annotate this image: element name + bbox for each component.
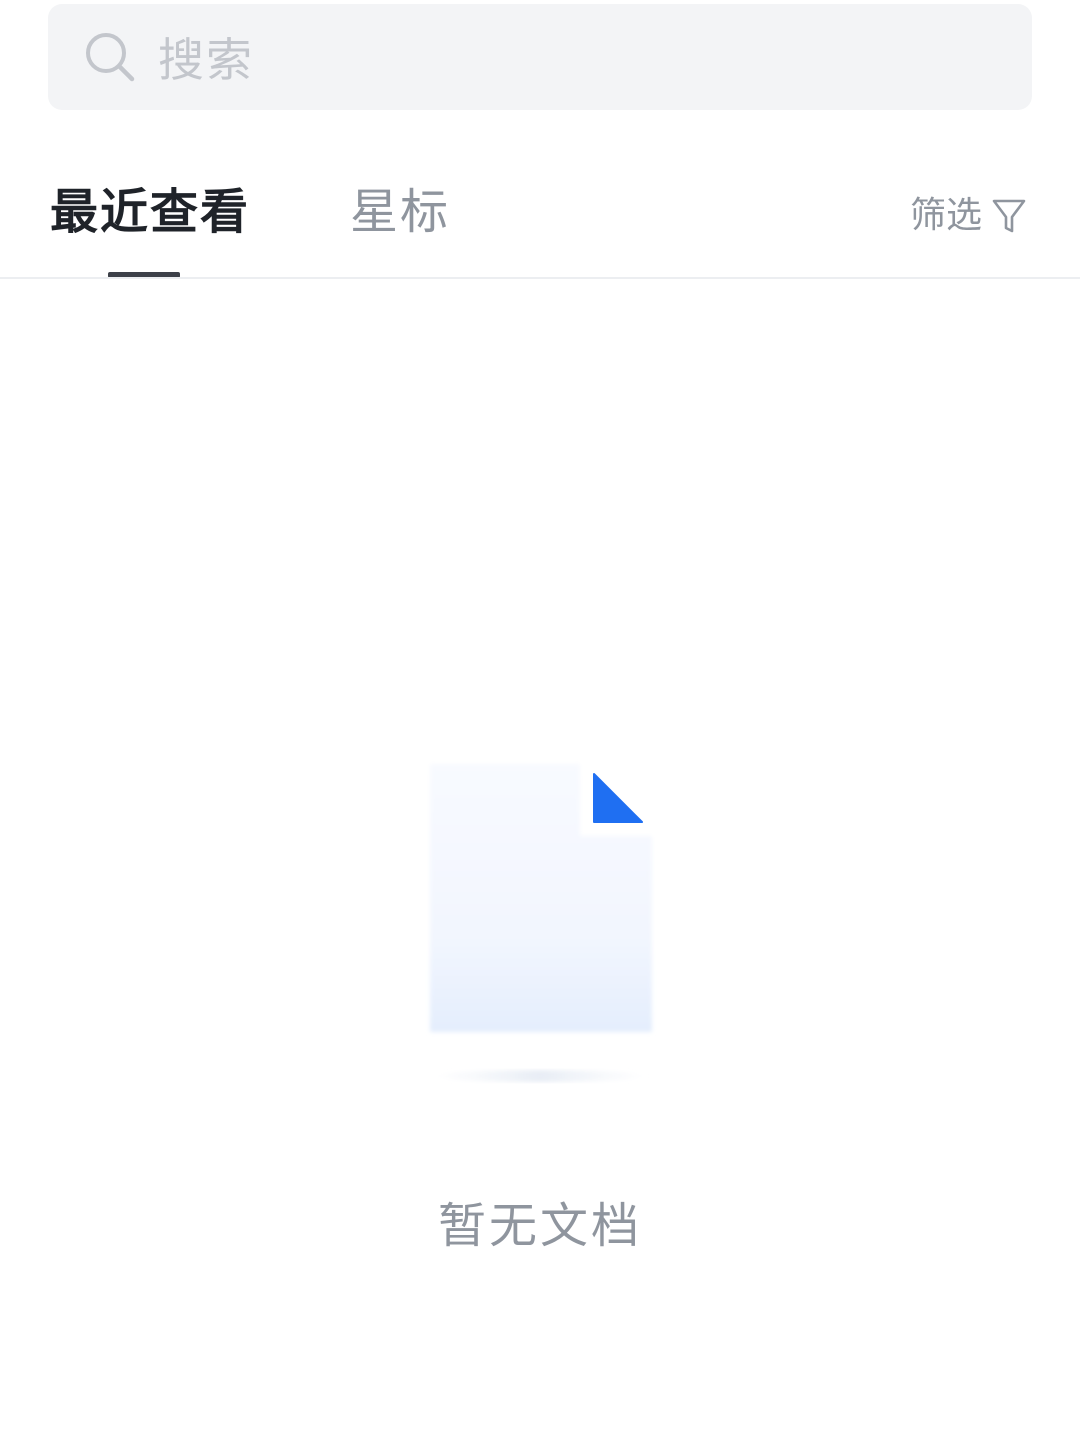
tab-starred[interactable]: 星标 — [350, 180, 450, 244]
search-bar[interactable]: 搜索 — [48, 4, 1032, 110]
document-icon — [420, 756, 660, 1096]
filter-button[interactable]: 筛选 — [910, 194, 1026, 238]
tabs-divider — [0, 277, 1080, 279]
search-icon — [84, 31, 136, 83]
filter-funnel-icon — [992, 198, 1026, 234]
tab-recent[interactable]: 最近查看 — [50, 180, 250, 244]
filter-label: 筛选 — [909, 195, 982, 236]
empty-state-message: 暂无文档 — [437, 1198, 642, 1254]
search-placeholder: 搜索 — [158, 33, 254, 87]
